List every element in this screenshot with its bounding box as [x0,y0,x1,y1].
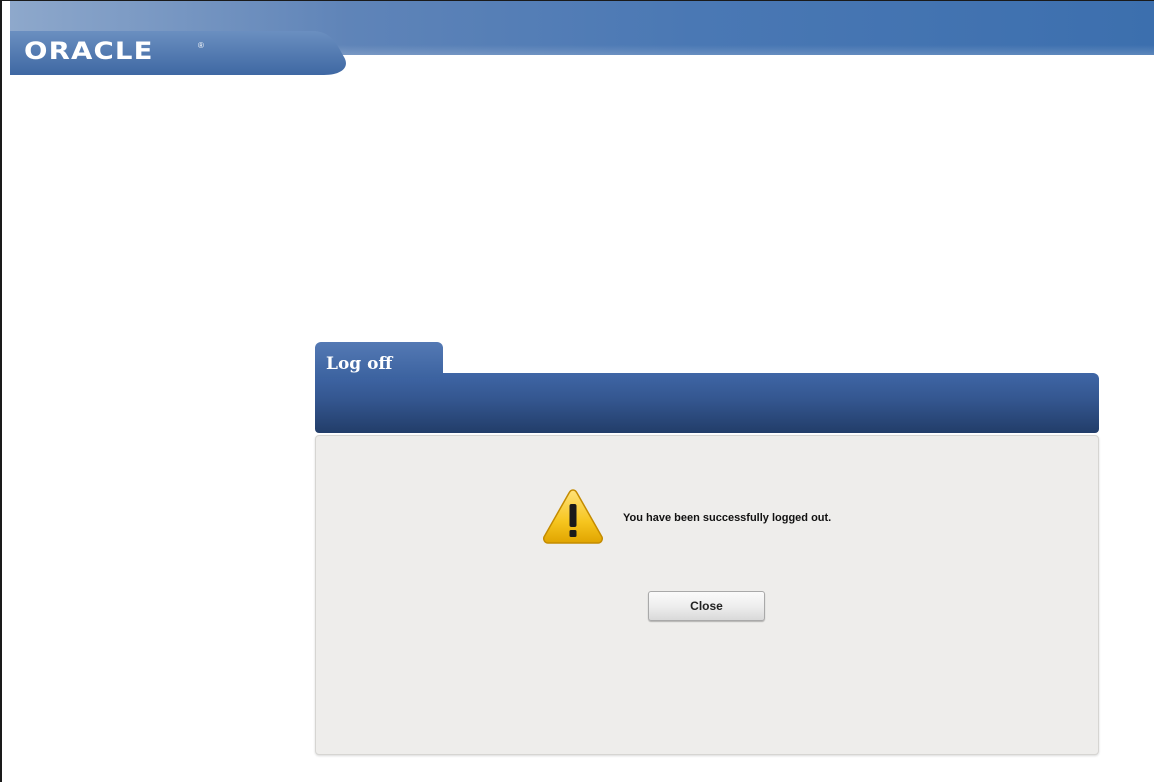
dialog-title: Log off [326,354,393,374]
dialog-body: You have been successfully logged out. C… [315,435,1099,755]
oracle-logo: ORACLE [24,37,154,65]
logo-registered-mark: ® [198,41,204,50]
logout-message: You have been successfully logged out. [623,512,832,524]
close-button[interactable]: Close [648,591,765,621]
dialog-header-bar [315,373,1099,433]
warning-icon [541,487,605,545]
header-banner: ORACLE ® [2,1,1154,111]
page-frame: ORACLE ® Log off You have been successfu… [0,0,1154,782]
dialog-tab: Log off [315,342,443,378]
logoff-dialog: Log off You have been successfully logge… [315,342,1099,755]
